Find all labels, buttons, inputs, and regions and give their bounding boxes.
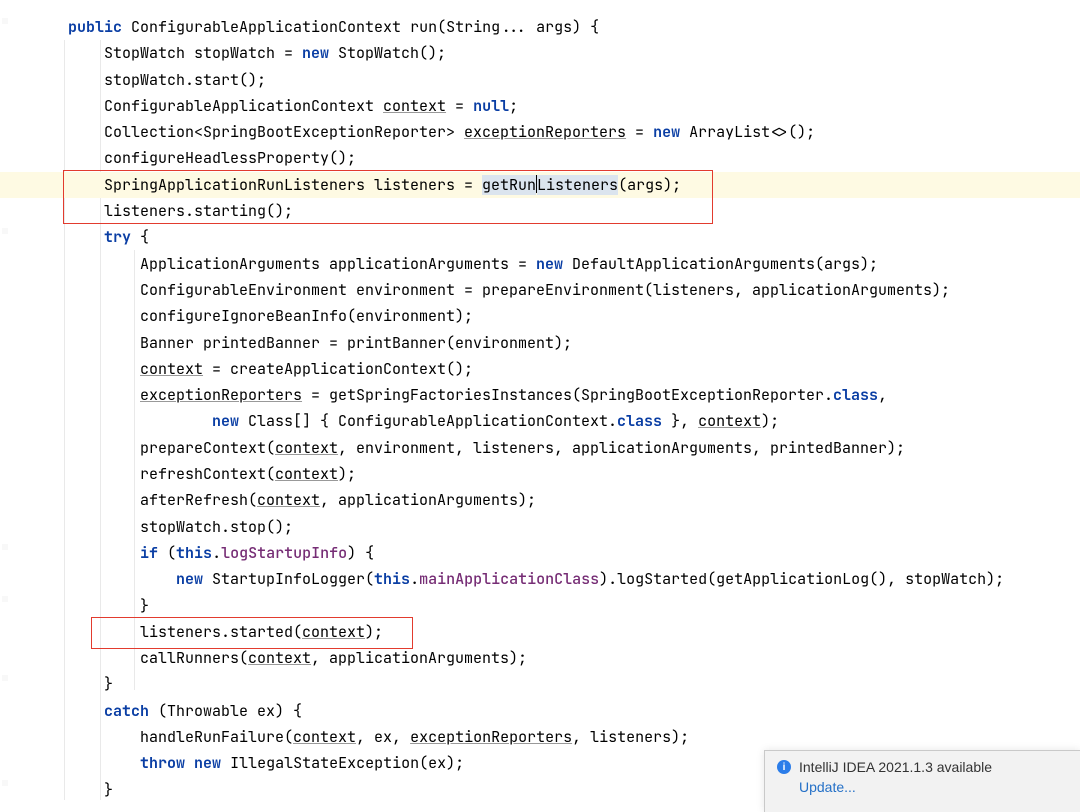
code-line[interactable]: afterRefresh(context, applicationArgumen… [32, 487, 1072, 513]
code-line[interactable]: context = createApplicationContext(); [32, 356, 1072, 382]
code-line[interactable]: Collection<SpringBootExceptionReporter> … [32, 119, 1072, 145]
code-line[interactable]: Banner printedBanner = printBanner(envir… [32, 330, 1072, 356]
code-line[interactable]: catch (Throwable ex) { [32, 698, 1072, 724]
variable: exceptionReporters [464, 122, 626, 142]
selected-text: Listeners [537, 175, 618, 195]
editor-gutter [0, 0, 32, 812]
code-line[interactable]: } [32, 593, 1072, 619]
toast-action-link[interactable]: Update... [799, 779, 1068, 795]
fold-mark-icon[interactable] [2, 228, 8, 234]
code-line[interactable]: handleRunFailure(context, ex, exceptionR… [32, 724, 1072, 750]
code-line[interactable]: configureHeadlessProperty(); [32, 145, 1072, 171]
selected-text: getRun [482, 175, 536, 195]
code-line[interactable]: ApplicationArguments applicationArgument… [32, 251, 1072, 277]
update-notification-toast[interactable]: i IntelliJ IDEA 2021.1.3 available Updat… [764, 750, 1080, 812]
code-line[interactable]: try { [32, 224, 1072, 250]
type: ConfigurableApplicationContext [131, 17, 401, 37]
signature: (String... args) { [437, 17, 599, 37]
code-line[interactable]: StopWatch stopWatch = new StopWatch(); [32, 40, 1072, 66]
fold-mark-icon[interactable] [2, 780, 8, 786]
field-ref: logStartupInfo [221, 543, 347, 563]
code-line[interactable]: listeners.started(context); [32, 619, 1072, 645]
code-line[interactable]: configureIgnoreBeanInfo(environment); [32, 303, 1072, 329]
code-line[interactable]: if (this.logStartupInfo) { [32, 540, 1072, 566]
code-line-highlighted[interactable]: SpringApplicationRunListeners listeners … [0, 172, 1080, 198]
variable: context [383, 96, 446, 116]
code-line[interactable]: ConfigurableEnvironment environment = pr… [32, 277, 1072, 303]
toast-title: IntelliJ IDEA 2021.1.3 available [799, 759, 992, 775]
code-line[interactable]: ConfigurableApplicationContext context =… [32, 93, 1072, 119]
indent [32, 17, 68, 37]
code-line[interactable]: new StartupInfoLogger(this.mainApplicati… [32, 566, 1072, 592]
info-icon: i [777, 760, 791, 774]
code-line[interactable]: prepareContext(context, environment, lis… [32, 435, 1072, 461]
code-line[interactable]: } [32, 671, 1072, 697]
method-name: run [410, 17, 437, 37]
code-line[interactable]: callRunners(context, applicationArgument… [32, 645, 1072, 671]
fold-mark-icon[interactable] [2, 596, 8, 602]
code-line[interactable]: exceptionReporters = getSpringFactoriesI… [32, 382, 1072, 408]
code-line[interactable]: refreshContext(context); [32, 461, 1072, 487]
code-line[interactable]: stopWatch.stop(); [32, 514, 1072, 540]
code-line[interactable]: stopWatch.start(); [32, 67, 1072, 93]
code-area[interactable]: public ConfigurableApplicationContext ru… [32, 14, 1072, 803]
code-editor[interactable]: public ConfigurableApplicationContext ru… [0, 0, 1080, 812]
keyword: public [68, 17, 122, 37]
fold-mark-icon[interactable] [2, 18, 8, 24]
fold-mark-icon[interactable] [2, 544, 8, 550]
code-line[interactable]: listeners.starting(); [32, 198, 1072, 224]
code-line[interactable]: new Class[] { ConfigurableApplicationCon… [32, 408, 1072, 434]
code-line[interactable]: public ConfigurableApplicationContext ru… [32, 14, 1072, 40]
fold-mark-icon[interactable] [2, 675, 8, 681]
field-ref: mainApplicationClass [419, 569, 599, 589]
